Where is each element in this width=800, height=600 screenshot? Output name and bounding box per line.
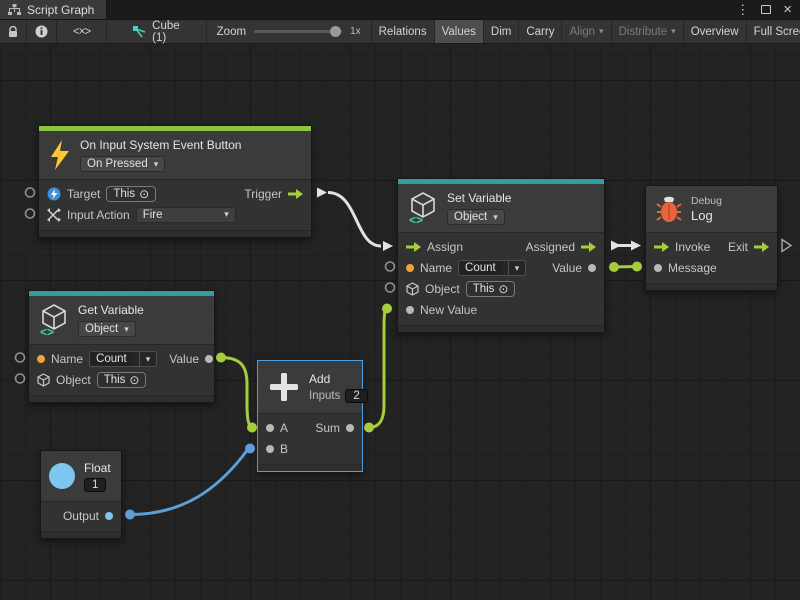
fullscreen-button[interactable]: Full Screen (747, 20, 800, 43)
close-icon[interactable]: × (783, 2, 792, 17)
maximize-icon[interactable] (761, 5, 771, 14)
external-port[interactable] (16, 374, 25, 383)
carry-label: Carry (526, 26, 554, 38)
distribute-dropdown-button[interactable]: Distribute▾ (612, 20, 684, 43)
chevron-down-icon: ▾ (671, 26, 676, 37)
zoom-label: Zoom (217, 26, 246, 38)
wire-getvariable-to-add-a (216, 353, 257, 433)
external-port[interactable] (386, 262, 395, 271)
wire-assigned-to-invoke (611, 241, 641, 251)
relations-label: Relations (379, 26, 427, 38)
graph-pointer-label: Cube (1) (152, 20, 180, 44)
dim-label: Dim (491, 26, 511, 38)
wire-value-to-message (609, 262, 642, 273)
lock-icon (8, 26, 18, 38)
external-port[interactable] (26, 209, 35, 218)
zoom-control: Zoom 1x (206, 20, 372, 43)
graph-pointer-icon (133, 26, 147, 38)
relations-button[interactable]: Relations (372, 20, 435, 43)
info-icon (35, 25, 48, 38)
wire-float-to-add-b (125, 444, 255, 520)
fullscreen-label: Full Screen (754, 26, 800, 38)
align-label: Align (569, 26, 595, 38)
external-port[interactable] (26, 188, 35, 197)
values-button[interactable]: Values (435, 20, 484, 43)
tab-title: Script Graph (27, 3, 94, 17)
wires-overlay (0, 44, 800, 600)
zoom-slider[interactable] (254, 30, 342, 33)
dim-button[interactable]: Dim (484, 20, 519, 43)
align-dropdown-button[interactable]: Align ▾ (562, 20, 611, 43)
overview-label: Overview (691, 26, 739, 38)
chevron-down-icon: ▾ (599, 26, 604, 37)
tab-script-graph[interactable]: Script Graph (0, 0, 107, 19)
lock-button[interactable] (0, 20, 27, 43)
graph-canvas[interactable]: On Input System Event Button On Pressed … (0, 44, 800, 600)
graph-pointer-breadcrumb[interactable]: Cube (1) (107, 20, 188, 43)
external-exit-port[interactable] (782, 240, 791, 252)
graph-toolbar: <×> Cube (1) Zoom 1x Relations Values Di… (0, 20, 800, 44)
overview-button[interactable]: Overview (684, 20, 747, 43)
zoom-value: 1x (350, 26, 361, 37)
script-graph-window: Script Graph ⋮ × <×> Cube (1) (0, 0, 800, 600)
graph-hierarchy-icon (8, 4, 21, 15)
wire-sum-to-new-value (364, 304, 392, 433)
collapse-selection-button[interactable]: <×> (57, 20, 107, 43)
menu-dots-icon[interactable]: ⋮ (736, 3, 749, 16)
info-button[interactable] (27, 20, 57, 43)
zoom-slider-handle[interactable] (330, 26, 341, 37)
window-controls: ⋮ × (736, 0, 800, 19)
external-port[interactable] (16, 353, 25, 362)
tab-bar: Script Graph ⋮ × (0, 0, 800, 20)
distribute-label: Distribute (619, 26, 668, 38)
values-label: Values (442, 26, 476, 38)
carry-button[interactable]: Carry (519, 20, 562, 43)
external-port[interactable] (386, 283, 395, 292)
collapse-icon: <×> (73, 26, 90, 38)
wire-trigger-to-assign (317, 188, 393, 252)
